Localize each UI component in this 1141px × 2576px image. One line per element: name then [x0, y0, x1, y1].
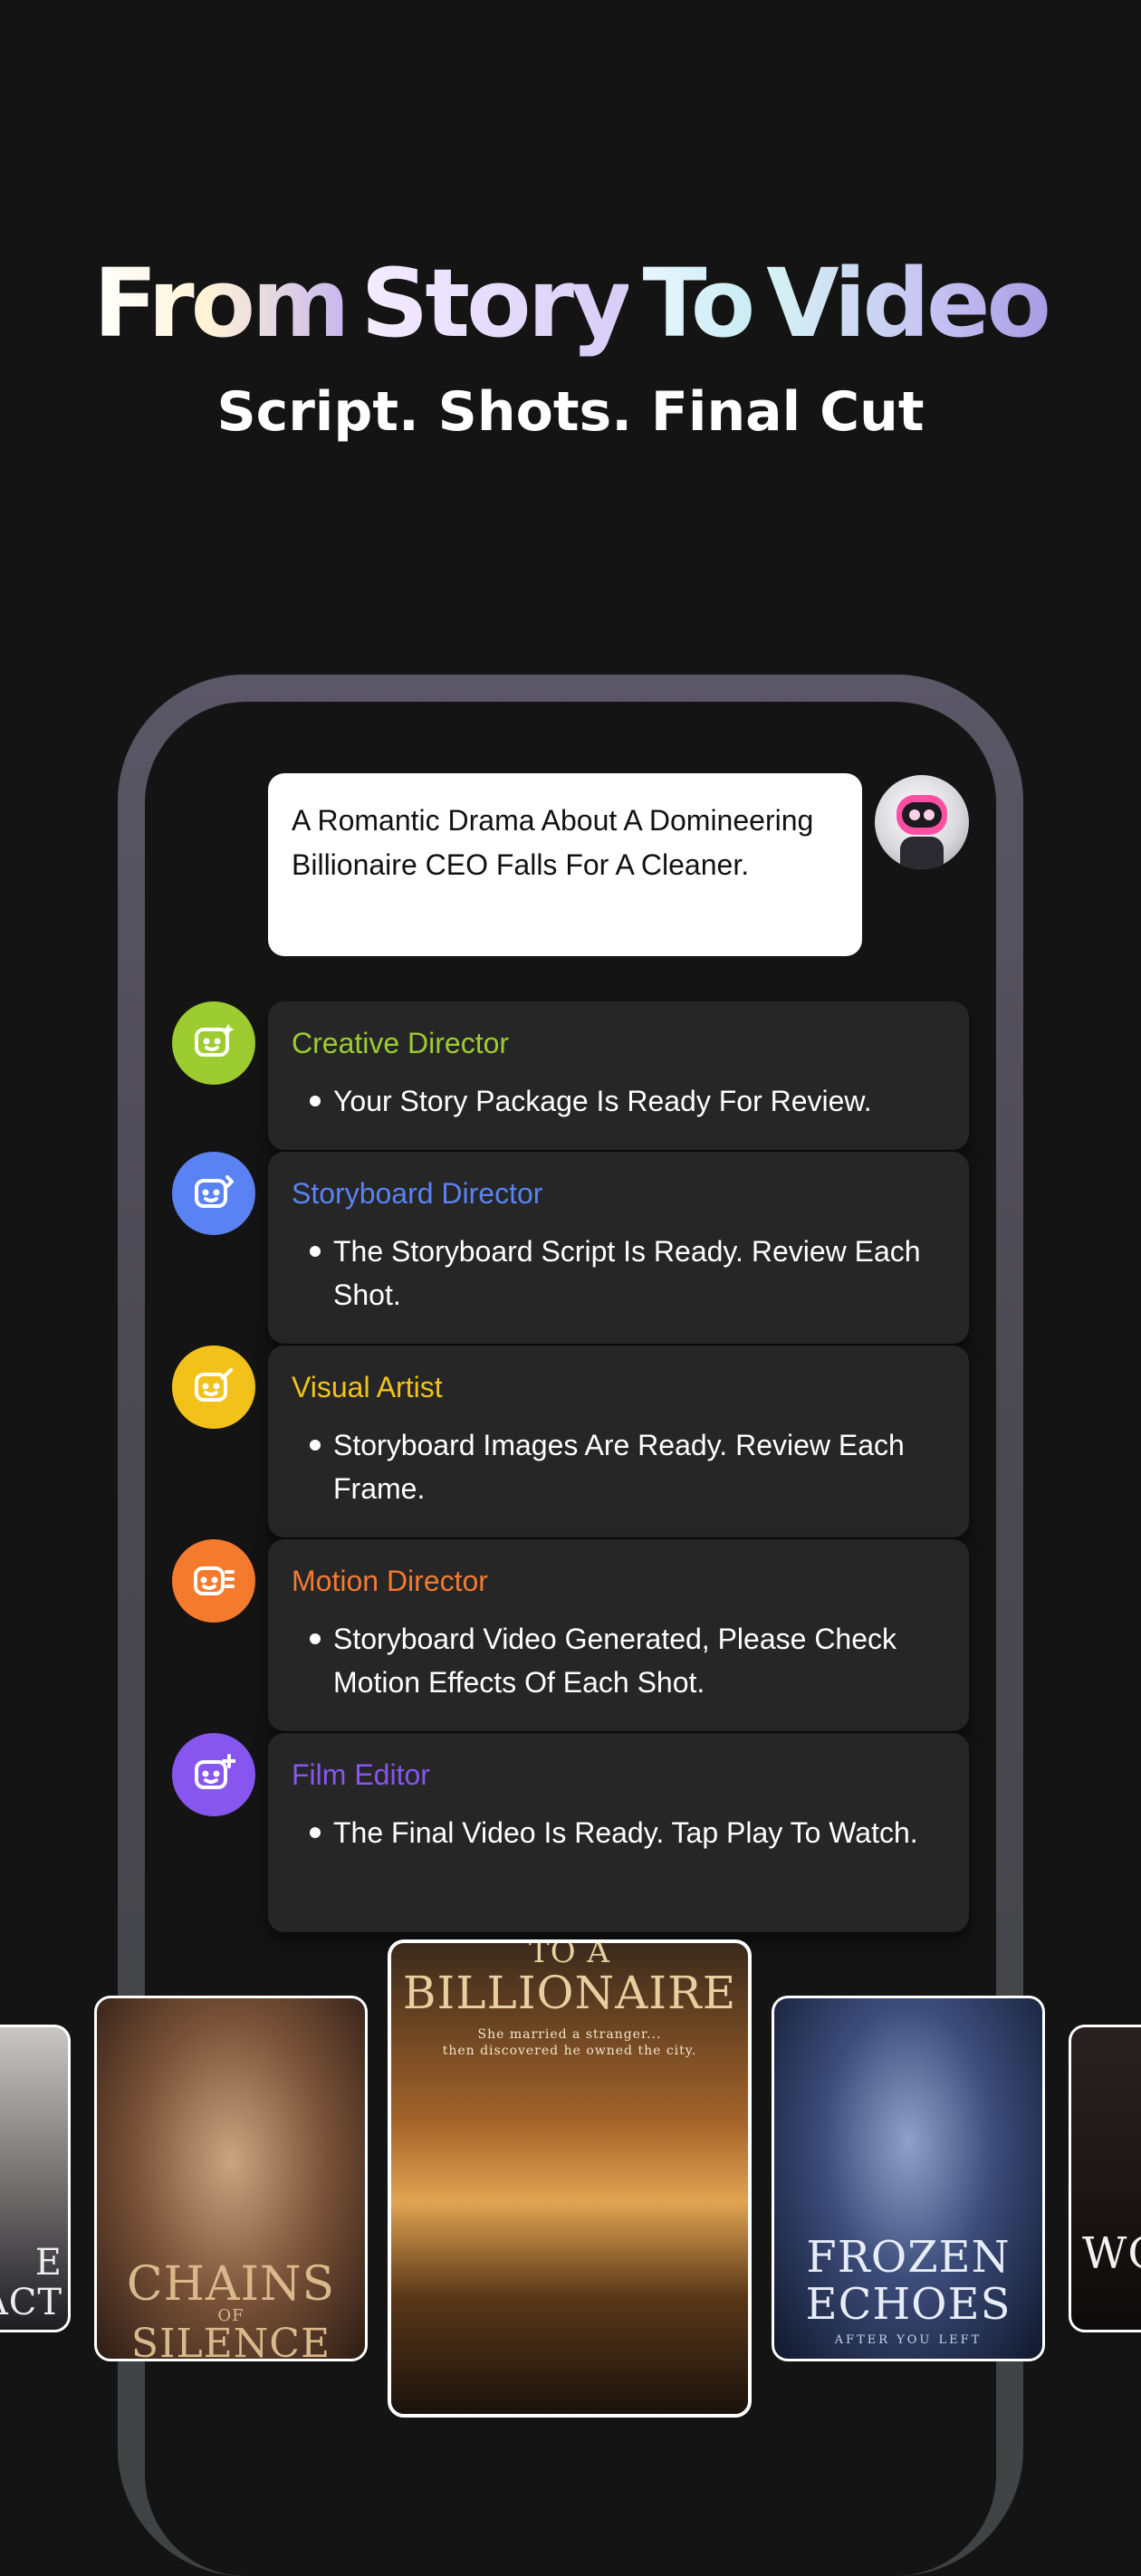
- poster-title-2: ECHOES: [805, 2279, 1012, 2330]
- agent-message: The Storyboard Script Is Ready. Review E…: [292, 1230, 945, 1317]
- poster-right-edge[interactable]: WO: [1069, 2025, 1141, 2332]
- poster-title: E ACT: [0, 2242, 62, 2323]
- poster-tagline: AFTER YOU LEFT: [834, 2333, 983, 2347]
- agent-name: Creative Director: [292, 1027, 510, 1059]
- poster-tagline: She married a stranger... then discovere…: [442, 2027, 697, 2058]
- agent-name: Visual Artist: [292, 1371, 443, 1403]
- headline-word-video: Video: [766, 248, 1051, 359]
- agent-message: Storyboard Images Are Ready. Review Each…: [292, 1423, 945, 1510]
- agent-card-film-editor: Film Editor The Final Video Is Ready. Ta…: [268, 1733, 969, 1932]
- agent-card-visual-artist: Visual Artist Storyboard Images Are Read…: [268, 1345, 969, 1537]
- agent-name: Storyboard Director: [292, 1177, 543, 1210]
- agent-name: Film Editor: [292, 1758, 430, 1791]
- headline-word-from: From: [93, 248, 350, 359]
- agent-card-motion-director: Motion Director Storyboard Video Generat…: [268, 1539, 969, 1731]
- headline-word-story: Story: [360, 248, 632, 359]
- poster-chains-of-silence[interactable]: CHAINS OF SILENCE: [94, 1996, 368, 2361]
- headline-word-to: To: [642, 248, 756, 359]
- bullet-icon: [310, 1827, 321, 1838]
- prompt-bubble: A Romantic Drama About A Domineering Bil…: [268, 773, 862, 956]
- subtitle: Script. Shots. Final Cut: [216, 380, 925, 444]
- poster-title-2: SILENCE: [130, 2321, 331, 2361]
- agent-name: Motion Director: [292, 1565, 488, 1597]
- poster-title-top: TO A: [529, 1939, 610, 1970]
- poster-title: FROZEN: [806, 2232, 1011, 2283]
- storyboard-director-icon: [172, 1152, 255, 1235]
- poster-title: WO: [1082, 2228, 1141, 2279]
- robot-avatar: [875, 775, 969, 869]
- bullet-icon: [310, 1633, 321, 1644]
- poster-frozen-echoes[interactable]: FROZEN ECHOES AFTER YOU LEFT: [772, 1996, 1045, 2361]
- agent-card-storyboard-director: Storyboard Director The Storyboard Scrip…: [268, 1152, 969, 1344]
- visual-artist-icon: [172, 1345, 255, 1429]
- bullet-icon: [310, 1440, 321, 1451]
- poster-left-edge[interactable]: E ACT: [0, 2025, 71, 2332]
- motion-director-icon: [172, 1539, 255, 1623]
- bullet-icon: [310, 1096, 321, 1106]
- film-editor-icon: [172, 1733, 255, 1816]
- poster-billionaire[interactable]: TO A BILLIONAIRE She married a stranger.…: [388, 1939, 752, 2418]
- creative-director-icon: [172, 1001, 255, 1085]
- agent-message: Storyboard Video Generated, Please Check…: [292, 1617, 945, 1704]
- agent-message: The Final Video Is Ready. Tap Play To Wa…: [292, 1811, 945, 1854]
- agent-message: Your Story Package Is Ready For Review.: [292, 1079, 945, 1123]
- poster-title: BILLIONAIRE: [402, 1967, 737, 2019]
- poster-title: CHAINS: [126, 2257, 336, 2312]
- agent-card-creative-director: Creative Director Your Story Package Is …: [268, 1001, 969, 1150]
- headline: From Story To Video: [0, 244, 1141, 362]
- bullet-icon: [310, 1246, 321, 1257]
